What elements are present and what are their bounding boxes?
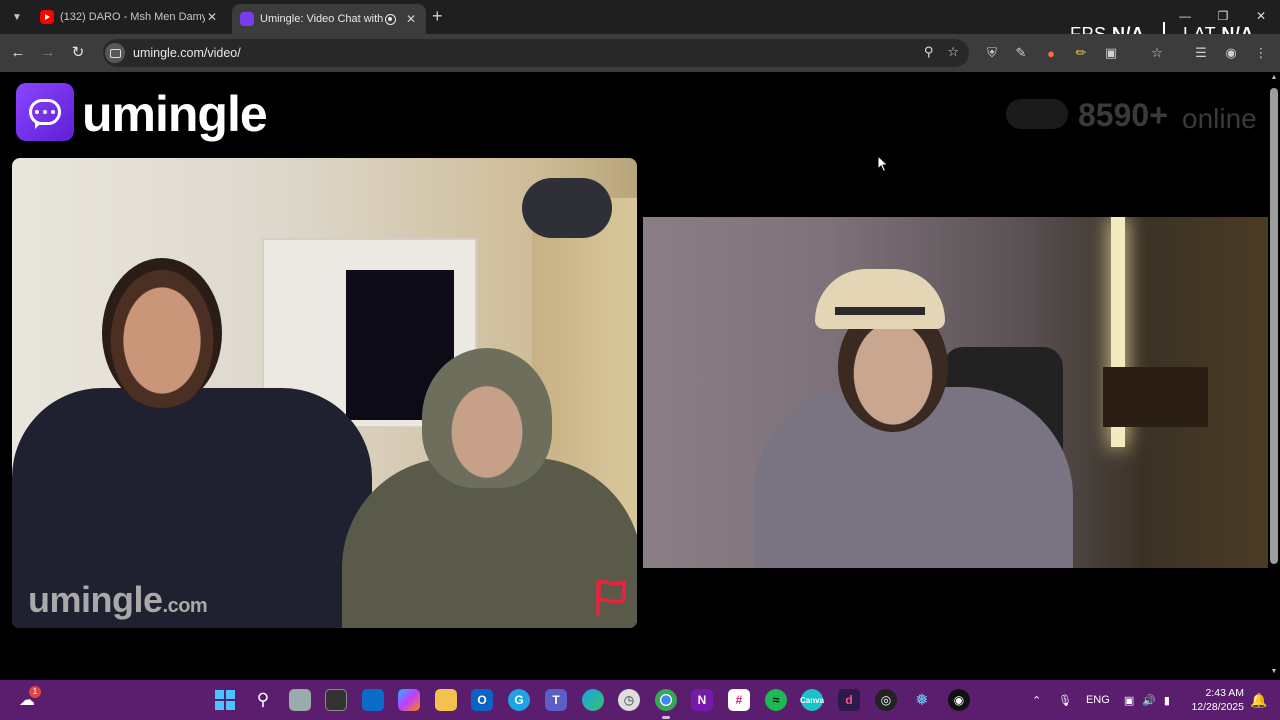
system-tray: ⌃ 🎙 ENG ▣ 🔊 ▮ xyxy=(1032,680,1170,720)
search-icon[interactable]: ⚲ xyxy=(252,689,274,711)
store-icon[interactable] xyxy=(362,689,384,711)
person-two-head xyxy=(422,348,552,488)
browser-toolbar: ← → ↻ umingle.com/video/ ⚲ ☆ ⛨ ✎ ● ✏ ▣ ☆… xyxy=(0,34,1280,72)
spotify-icon[interactable]: ≈ xyxy=(765,689,787,711)
teams-icon[interactable]: T xyxy=(545,689,567,711)
page-content: umingle 8590+ online umingle.com xyxy=(0,72,1268,680)
tab-umingle[interactable]: Umingle: Video Chat with St ✕ xyxy=(232,4,426,34)
start-windows-icon[interactable] xyxy=(214,689,236,711)
logo-text[interactable]: umingle xyxy=(82,84,268,144)
report-flag-icon[interactable] xyxy=(592,578,628,616)
volume-icon[interactable]: 🔊 xyxy=(1142,694,1156,707)
address-bar[interactable]: umingle.com/video/ ⚲ ☆ xyxy=(103,39,969,67)
network-icon[interactable]: ▣ xyxy=(1124,694,1134,707)
menu-more-icon[interactable]: ⋮ xyxy=(1252,44,1270,62)
umingle-watermark: umingle.com xyxy=(28,579,208,626)
system-clock[interactable]: 2:43 AM 12/28/2025 xyxy=(1191,686,1244,714)
file-explorer-icon[interactable] xyxy=(435,689,457,711)
snipping-icon[interactable]: ❅ xyxy=(911,689,933,711)
extensions-puzzle-icon[interactable]: ▣ xyxy=(1102,44,1120,62)
show-hidden-icons-chevron-icon[interactable]: ⌃ xyxy=(1032,694,1046,707)
video-bag xyxy=(522,178,612,238)
clock-app-icon[interactable]: ◷ xyxy=(618,689,640,711)
bookmark-star-icon[interactable]: ☆ xyxy=(947,44,959,60)
bookmarks-icon[interactable]: ☆ xyxy=(1148,44,1166,62)
tab-title: Umingle: Video Chat with St xyxy=(260,13,385,25)
outlook-icon[interactable]: O xyxy=(471,689,493,711)
copilot-icon[interactable] xyxy=(398,689,420,711)
url-text[interactable]: umingle.com/video/ xyxy=(133,46,241,60)
recording-indicator-icon xyxy=(385,13,396,25)
tab-title: (132) DARO - Msh Men Damy | xyxy=(60,11,205,23)
media-control-icon[interactable]: ☰ xyxy=(1192,44,1210,62)
scrollbar-thumb[interactable] xyxy=(1270,88,1278,564)
chrome-icon[interactable] xyxy=(655,689,677,711)
battery-icon[interactable]: ▮ xyxy=(1164,694,1170,707)
weather-badge: 1 xyxy=(29,686,41,698)
windows-taskbar: ☁ ⚲ O G T ◷ N # ≈ Canva d ◎ ❅ ◉ ⌃ 🎙 ENG … xyxy=(0,680,1280,720)
grammarly-icon[interactable]: G xyxy=(508,689,530,711)
video-shelf xyxy=(1103,367,1208,427)
profile-avatar-icon[interactable]: ◉ xyxy=(1222,44,1240,62)
scroll-down-icon[interactable]: ▼ xyxy=(1270,668,1278,675)
davinci-icon[interactable]: d xyxy=(838,689,860,711)
slack-icon[interactable]: # xyxy=(728,689,750,711)
zoom-icon[interactable]: ⚲ xyxy=(924,44,934,60)
omnibox-actions: ⚲ ☆ xyxy=(924,44,959,60)
stranger-video: umingle.com xyxy=(12,158,637,628)
clock-time: 2:43 AM xyxy=(1205,687,1244,699)
umingle-logo-icon[interactable] xyxy=(16,83,74,141)
streaming-app-icon[interactable]: ◉ xyxy=(948,689,970,711)
back-icon[interactable]: ← xyxy=(8,43,28,63)
task-view-icon[interactable] xyxy=(289,689,311,711)
mode-toggle[interactable] xyxy=(1006,99,1068,129)
shield-extension-icon[interactable]: ⛨ xyxy=(983,44,1001,62)
youtube-icon xyxy=(40,10,54,24)
umingle-icon xyxy=(240,12,254,26)
microphone-icon[interactable]: 🎙 xyxy=(1058,694,1072,707)
person-one-head xyxy=(102,258,222,408)
new-tab-button[interactable]: + xyxy=(432,6,443,27)
online-label: online xyxy=(1182,103,1257,134)
chat-bubble-icon xyxy=(29,99,61,129)
reload-icon[interactable]: ↻ xyxy=(68,43,88,63)
language-indicator[interactable]: ENG xyxy=(1086,694,1110,706)
edge-icon[interactable] xyxy=(582,689,604,711)
tab-search-button[interactable]: ▼ xyxy=(6,7,28,27)
forward-icon[interactable]: → xyxy=(38,43,58,63)
obs-icon[interactable]: ◎ xyxy=(875,689,897,711)
scroll-up-icon[interactable]: ▲ xyxy=(1270,74,1278,81)
watermark-suffix: .com xyxy=(162,595,208,617)
clock-date: 12/28/2025 xyxy=(1191,701,1244,713)
page-scrollbar[interactable]: ▲ ▼ xyxy=(1268,72,1280,680)
fire-extension-icon[interactable]: ● xyxy=(1042,44,1060,62)
onenote-icon[interactable]: N xyxy=(691,689,713,711)
close-tab-icon[interactable]: ✕ xyxy=(205,10,219,24)
watermark-main: umingle xyxy=(28,579,163,620)
self-person-hat xyxy=(815,269,945,329)
site-info-icon[interactable] xyxy=(105,43,125,63)
app-cube-icon[interactable] xyxy=(325,689,347,711)
close-tab-icon[interactable]: ✕ xyxy=(404,12,418,26)
self-video xyxy=(643,217,1268,568)
chrome-active-indicator xyxy=(662,716,670,719)
pencil-extension-icon[interactable]: ✏ xyxy=(1072,44,1090,62)
canva-icon[interactable]: Canva xyxy=(800,689,824,711)
mouse-cursor-icon xyxy=(877,155,889,173)
notifications-bell-icon[interactable]: 🔔 xyxy=(1248,689,1270,711)
tab-youtube[interactable]: (132) DARO - Msh Men Damy | ✕ xyxy=(32,4,227,30)
online-count: 8590+ xyxy=(1078,97,1168,133)
eyedropper-extension-icon[interactable]: ✎ xyxy=(1012,44,1030,62)
